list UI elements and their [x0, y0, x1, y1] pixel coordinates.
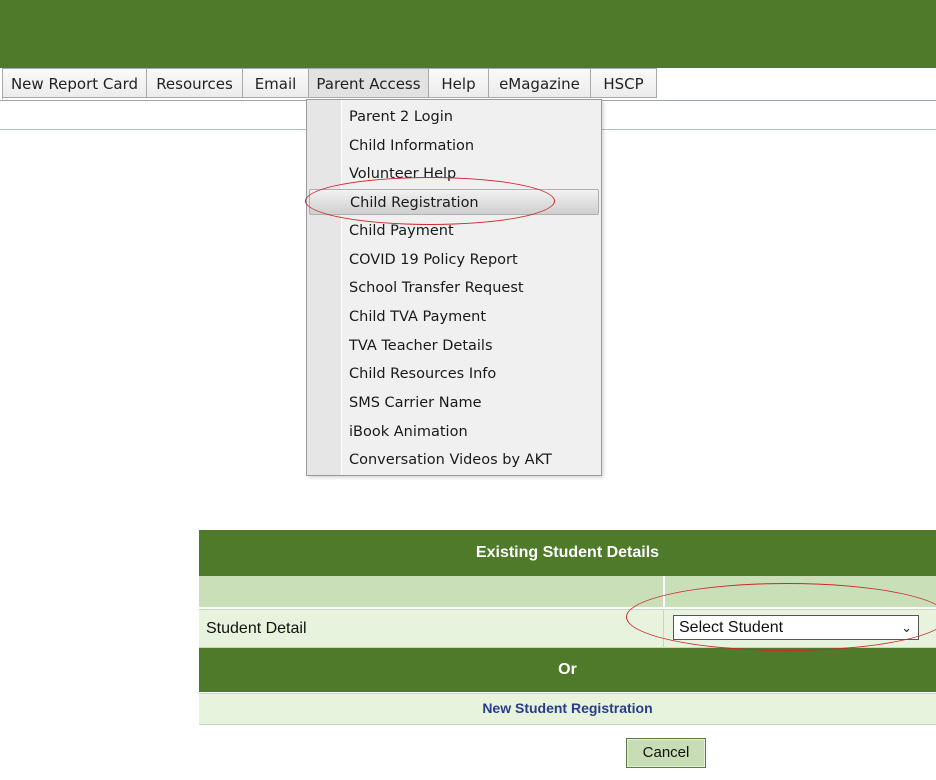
student-detail-label: Student Detail — [206, 620, 307, 637]
panel-title: Existing Student Details — [199, 530, 936, 576]
parent-access-dropdown: Parent 2 Login Child Information Volunte… — [306, 99, 602, 476]
select-student-value: Select Student — [679, 619, 784, 636]
menu-emagazine[interactable]: eMagazine — [489, 68, 591, 98]
dropdown-item-school-transfer-request[interactable]: School Transfer Request — [309, 275, 599, 301]
cancel-button[interactable]: Cancel — [626, 738, 706, 768]
or-separator: Or — [199, 648, 936, 692]
dropdown-item-sms-carrier-name[interactable]: SMS Carrier Name — [309, 390, 599, 416]
menu-bar: New Report Card Resources Email Parent A… — [0, 68, 936, 101]
dropdown-item-child-resources-info[interactable]: Child Resources Info — [309, 361, 599, 387]
dropdown-item-parent-2-login[interactable]: Parent 2 Login — [309, 104, 599, 130]
top-banner — [0, 0, 936, 68]
menu-resources[interactable]: Resources — [147, 68, 243, 98]
menu-help[interactable]: Help — [429, 68, 489, 98]
menu-parent-access[interactable]: Parent Access — [309, 68, 429, 98]
student-detail-divider — [663, 610, 664, 647]
dropdown-item-tva-teacher-details[interactable]: TVA Teacher Details — [309, 333, 599, 359]
new-student-registration-link[interactable]: New Student Registration — [199, 693, 936, 723]
dropdown-item-child-payment[interactable]: Child Payment — [309, 218, 599, 244]
dropdown-item-ibook-animation[interactable]: iBook Animation — [309, 419, 599, 445]
dropdown-item-child-information[interactable]: Child Information — [309, 133, 599, 159]
menu-hscp[interactable]: HSCP — [591, 68, 657, 98]
menu-new-report-card[interactable]: New Report Card — [3, 68, 147, 98]
menu-email[interactable]: Email — [243, 68, 309, 98]
menu-row: New Report Card Resources Email Parent A… — [2, 68, 657, 99]
chevron-down-icon: ⌄ — [901, 620, 912, 635]
panel-column-divider — [663, 576, 665, 607]
select-student-dropdown[interactable]: Select Student ⌄ — [673, 615, 919, 640]
dropdown-item-child-registration[interactable]: Child Registration — [309, 189, 599, 215]
dropdown-item-conversation-videos-by-akt[interactable]: Conversation Videos by AKT — [309, 447, 599, 473]
dropdown-item-child-tva-payment[interactable]: Child TVA Payment — [309, 304, 599, 330]
dropdown-item-covid-19-policy-report[interactable]: COVID 19 Policy Report — [309, 247, 599, 273]
panel-spacer-row — [199, 576, 936, 607]
dropdown-item-volunteer-help[interactable]: Volunteer Help — [309, 161, 599, 187]
